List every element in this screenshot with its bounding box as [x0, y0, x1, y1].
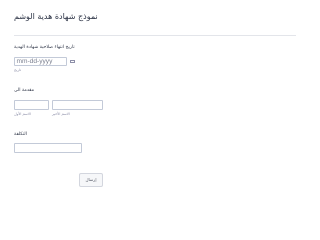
expiry-date-label: تاريخ انتهاء صلاحية شهادة الهدية — [14, 45, 75, 50]
first-name-sublabel: الاسم الأول — [14, 112, 31, 116]
title-divider — [14, 35, 296, 36]
last-name-input[interactable] — [52, 100, 103, 110]
first-name-input[interactable] — [14, 100, 49, 110]
expiry-date-sublabel: تاريخ — [14, 68, 22, 72]
calendar-icon[interactable] — [70, 60, 75, 63]
submit-button[interactable]: إرسال — [79, 173, 103, 187]
expiry-date-input[interactable]: mm-dd-yyyy — [14, 57, 67, 66]
presented-to-label: مقدمة الى — [14, 88, 35, 93]
cost-label: التكلفة — [14, 132, 27, 137]
form-title: نموذج شهادة هدية الوشم — [14, 12, 98, 21]
last-name-sublabel: الاسم الأخير — [52, 112, 70, 116]
cost-input[interactable] — [14, 143, 82, 153]
gift-certificate-form: نموذج شهادة هدية الوشم تاريخ انتهاء صلاح… — [0, 0, 310, 203]
